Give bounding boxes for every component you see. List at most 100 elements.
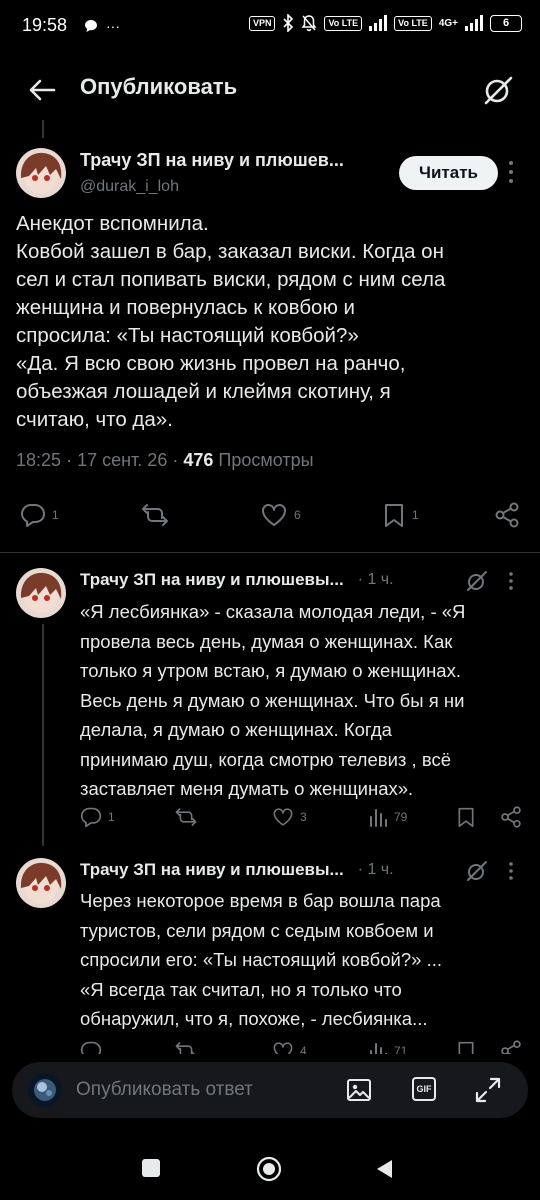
post-text-line: сел и стал попивать виски, рядом с ним с… [16,268,446,291]
post-text-line: «Да. Я всю свою жизнь провел на ранчо, [16,352,406,375]
signal-icon-1 [369,15,388,31]
reply-text-line: заставляет меня думать о женщинах». [80,778,414,799]
share-icon [501,806,521,828]
bookmark-button[interactable] [456,806,476,828]
network-type: 4G+ [438,17,458,29]
views-count: 476 [183,450,214,470]
reply-text-line: Весь день я думаю о женщинах. Что бы я н… [80,689,465,711]
repost-button[interactable] [174,806,198,828]
back-arrow-icon[interactable] [26,74,58,106]
reply-count: 1 [52,508,59,522]
reply-text: Через некоторое время в бар вошла пара т… [80,886,530,1034]
reply-time: · 1 ч. [357,571,394,588]
bookmark-icon [458,807,474,827]
back-icon[interactable] [374,1158,394,1180]
reply-input[interactable]: Опубликовать ответ [76,1079,253,1101]
views-button[interactable]: 79 [368,806,407,828]
views-count: 79 [394,810,408,824]
repost-icon [175,808,197,826]
vpn-icon: VPN [248,15,276,31]
like-count: 6 [294,508,301,522]
like-button[interactable]: 6 [260,502,301,528]
post-text-line: Анекдот вспомнила. [16,212,209,235]
more-options-icon[interactable] [508,160,514,184]
share-icon [495,502,519,528]
battery-icon: 6 [490,14,522,32]
heart-icon [262,504,286,526]
repost-button[interactable] [140,502,170,528]
reply-text-line: «Я лесбиянка» - сказала молодая леди, - … [80,601,466,622]
reply-author-name[interactable]: Трачу ЗП на ниву и плюшевы... [80,570,344,590]
post-date: 17 сент. 26 [77,450,168,470]
reply-button[interactable]: 1 [20,502,59,528]
views-label: Просмотры [218,450,314,470]
status-bar: 19:58 ··· VPN Vo LTE Vo LTE 4G+ 6 [0,0,540,52]
bluetooth-icon [282,14,294,32]
views-chart-icon [370,809,387,827]
reply-text-line: провела весь день, думая о женщинах. Как [80,630,453,652]
signal-icon-2 [465,15,483,31]
gif-label: GIF [416,1084,432,1094]
reply-time: · 1 ч. [357,861,394,878]
divider [0,552,540,553]
grok-icon[interactable] [466,570,488,592]
home-icon[interactable] [256,1156,282,1182]
reply-text-line: туристов, сели рядом с седым ковбоем и [80,919,434,941]
android-nav-bar [0,1128,540,1200]
post-author-name[interactable]: Трачу ЗП на ниву и плюшев... [80,150,344,171]
reply-count: 1 [108,810,115,824]
like-count: 3 [300,810,307,824]
meta-sep: · [66,450,73,470]
bookmark-icon [385,504,403,527]
share-button[interactable] [500,806,522,828]
post-author-handle[interactable]: @durak_i_loh [80,178,179,196]
bookmark-button[interactable]: 1 [382,502,419,528]
share-button[interactable] [494,502,520,528]
post-meta: 18:25 · 17 сент. 26 · 476 Просмотры [16,450,314,471]
reply-header: Трачу ЗП на ниву и плюшевы... · 1 ч. [80,860,394,880]
post-text-line: Ковбой зашел в бар, заказал виски. Когда… [16,240,444,263]
image-icon[interactable] [346,1077,372,1103]
reply-icon [80,807,102,828]
heart-icon [273,808,293,826]
reply-text-line: делала, я думаю о женщинах. Когда [80,719,392,740]
post-text-line: считаю, что да». [16,408,173,431]
reply-composer[interactable]: Опубликовать ответ GIF [12,1062,528,1118]
thread-line [42,624,44,846]
user-avatar[interactable] [28,1073,62,1107]
follow-button[interactable]: Читать [399,156,498,190]
reply-text-line: Через некоторое время в бар вошла пара [80,890,441,911]
reply-text-line: обнаружил, что я, похоже, - лесбиянка... [80,1008,428,1029]
lte-icon-1: Vo LTE [324,15,363,31]
reply-icon [21,504,45,527]
reply-button[interactable]: 1 [80,806,115,828]
avatar[interactable] [16,148,66,198]
reply-text-line: спросили его: «Ты настоящий ковбой?» ... [80,949,443,970]
reply-author-name[interactable]: Трачу ЗП на ниву и плюшевы... [80,860,344,880]
bookmark-count: 1 [412,508,419,522]
grok-icon[interactable] [482,74,514,106]
silent-bell-icon [301,14,317,32]
status-more-dots: ··· [106,18,120,34]
reply-header: Трачу ЗП на ниву и плюшевы... · 1 ч. [80,570,394,590]
gif-icon[interactable]: GIF [412,1077,436,1101]
reply-text: «Я лесбиянка» - сказала молодая леди, - … [80,597,530,804]
top-bar: Опубликовать [0,52,540,128]
like-button[interactable]: 3 [272,806,307,828]
more-options-icon[interactable] [508,571,514,591]
post-text-line: женщина и повернулась к ковбою и [16,296,355,319]
status-right-icons: VPN Vo LTE Vo LTE 4G+ 6 [248,14,522,32]
expand-icon[interactable] [474,1076,502,1104]
chat-bubble-icon [84,19,98,33]
recents-icon[interactable] [142,1159,160,1177]
lte-icon-2: Vo LTE [394,15,432,31]
reply-text-line: только я утром встаю, я думаю о женщинах… [80,660,461,681]
avatar[interactable] [16,568,66,618]
grok-icon[interactable] [466,860,488,882]
reply-text-line: «Я всегда так считал, но я только что [80,978,402,1000]
post-text-line: спросила: «Ты настоящий ковбой?» [16,324,359,347]
repost-icon [142,504,168,526]
avatar[interactable] [16,858,66,908]
meta-sep: · [172,450,179,470]
more-options-icon[interactable] [508,861,514,881]
